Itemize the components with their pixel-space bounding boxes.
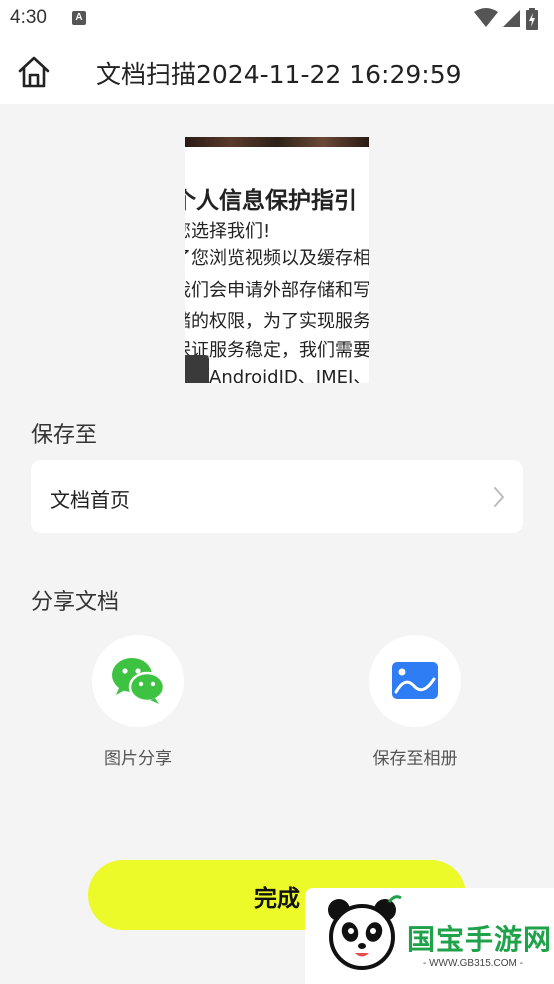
share-image-button[interactable] [92, 635, 184, 727]
preview-line: 储的权限，为了实现服务 [185, 311, 369, 332]
panda-logo-icon [328, 895, 402, 970]
preview-app-icon [185, 355, 209, 383]
wifi-icon [474, 8, 498, 27]
watermark: 国宝手游网 - WWW.GB315.COM - [305, 888, 554, 984]
home-icon [18, 56, 50, 88]
app-bar: 文档扫描2024-11-22 16:29:59 [0, 40, 554, 104]
save-destination-row[interactable]: 文档首页 [31, 460, 523, 533]
preview-top-image-strip [185, 137, 369, 147]
home-button[interactable] [16, 54, 52, 90]
wechat-icon [112, 658, 166, 704]
signal-icon [503, 10, 520, 27]
save-section-label: 保存至 [31, 423, 98, 448]
gallery-icon [392, 662, 438, 699]
watermark-text: 国宝手游网 [407, 923, 553, 956]
preview-heading: 个人信息保护指引 [185, 188, 357, 214]
status-bar: 4:30 A [0, 0, 554, 40]
battery-icon [526, 8, 538, 30]
watermark-url: - WWW.GB315.COM - [423, 958, 523, 969]
preview-line: 我们会申请外部存储和写 [185, 280, 369, 301]
document-preview[interactable]: 个人信息保护指引 您选择我们! 了您浏览视频以及缓存相 我们会申请外部存储和写 … [185, 137, 369, 383]
preview-line: 您选择我们! [185, 221, 271, 242]
chevron-right-icon [494, 487, 504, 507]
status-time: 4:30 [10, 7, 47, 28]
preview-line: 了您浏览视频以及缓存相 [185, 248, 369, 269]
save-to-album-label: 保存至相册 [372, 749, 458, 769]
share-image-label: 图片分享 [104, 749, 172, 769]
save-destination-label: 文档首页 [50, 488, 130, 512]
notification-icon: A [72, 11, 86, 25]
preview-line: 息（AndroidID、IMEI、 [185, 367, 369, 383]
share-section-label: 分享文档 [31, 590, 120, 615]
page-title: 文档扫描2024-11-22 16:29:59 [96, 60, 462, 89]
save-to-album-button[interactable] [369, 635, 461, 727]
preview-line: 保证服务稳定，我们需要 [185, 340, 369, 361]
